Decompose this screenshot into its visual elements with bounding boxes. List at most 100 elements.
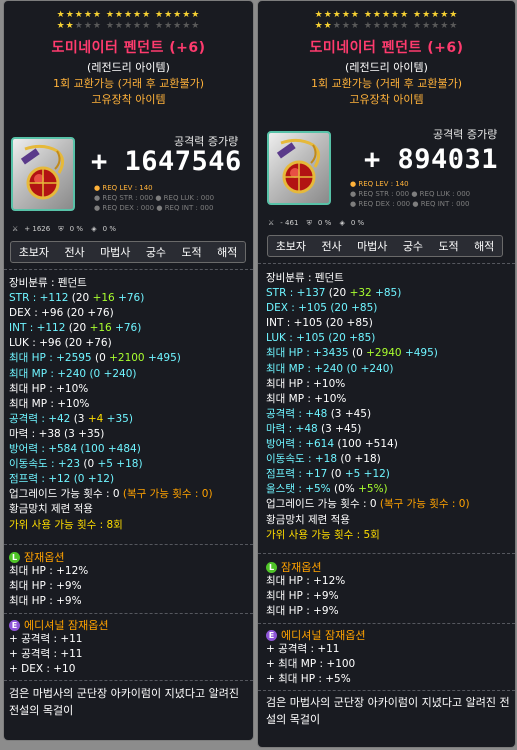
golden-hammer: 황금망치 제련 적용 — [9, 503, 93, 516]
stat-line: 최대 HP : +2595 (0 +2100 +495) — [9, 352, 181, 365]
trade-info: 1회 교환가능 (거래 후 교환불가) — [310, 77, 462, 90]
stat-line: 최대 HP : +10% — [266, 377, 346, 390]
stat-line: LUK : +96 (20 +76) — [9, 337, 112, 350]
star-force-row: ★★★★★ ★★★★★ ★★★★★ — [314, 21, 459, 31]
divider — [258, 553, 515, 554]
class-warrior: 전사 — [64, 246, 85, 259]
item-grade: (레전드리 아이템) — [87, 61, 170, 74]
class-restriction-bar: 초보자 전사 마법사 궁수 도적 해적 — [267, 235, 503, 257]
tooltip-panel-left: ★★★★★ ★★★★★ ★★★★★ ★★★★★ ★★★★★ ★★★★★ 도미네이… — [3, 0, 254, 741]
legendary-badge-icon: L — [266, 561, 277, 573]
star-force-row: ★★★★★ ★★★★★ ★★★★★ — [56, 21, 201, 31]
upgrade-count: 업그레이드 가능 횟수 : 0 (복구 가능 횟수 : 0) — [266, 498, 470, 511]
stat-line: INT : +105 (20 +85) — [266, 317, 373, 330]
legendary-badge-icon: L — [9, 551, 20, 563]
req-dex-int: ● REQ DEX : 000 ● REQ INT : 000 — [94, 204, 214, 212]
star-force-row: ★★★★★ ★★★★★ ★★★★★ — [56, 10, 201, 20]
shield-icon: ◈ — [339, 219, 345, 227]
divider — [4, 680, 253, 681]
class-magician: 마법사 — [100, 246, 131, 259]
divider — [4, 269, 253, 270]
trade-info: 1회 교환가능 (거래 후 교환불가) — [52, 77, 204, 90]
stat-line: LUK : +105 (20 +85) — [266, 332, 376, 345]
divider — [258, 263, 515, 264]
additional-line: + 공격력 : +11 — [9, 633, 83, 645]
stat-line: 장비분류 : 펜던트 — [9, 277, 87, 289]
class-warrior: 전사 — [321, 240, 342, 253]
stat-line: DEX : +96 (20 +76) — [9, 307, 114, 320]
stat-line: 마력 : +38 (3 +35) — [9, 427, 105, 440]
class-bowman: 궁수 — [402, 240, 424, 253]
stat-line: 이동속도 : +18 (0 +18) — [266, 453, 381, 466]
item-description: 검은 마법사의 군단장 아카이럼이 지녔다고 알려진 전설의 목걸이 — [9, 687, 240, 717]
req-dex-int: ● REQ DEX : 000 ● REQ INT : 000 — [350, 200, 470, 208]
req-str-luk: ● REQ STR : 000 ● REQ LUK : 000 — [350, 190, 471, 198]
stat-line: 최대 HP : +10% — [9, 382, 89, 395]
stat-line: 방어력 : +614 (100 +514) — [266, 438, 398, 451]
stat-line: 공격력 : +42 (3 +4 +35) — [9, 412, 133, 425]
additional-line: + DEX : +10 — [9, 663, 76, 676]
sword-icon: ⚔ — [268, 219, 275, 227]
req-level: ● REQ LEV : 140 — [350, 180, 409, 188]
req-level: ● REQ LEV : 140 — [94, 184, 153, 192]
stat-line: INT : +112 (20 +16 +76) — [9, 322, 142, 335]
item-grade: (레전드리 아이템) — [345, 61, 428, 74]
compare-mini-stats: ⚔ + 1626 ⛨ 0 % ◈ 0 % — [12, 225, 116, 233]
epic-badge-icon: E — [266, 629, 277, 641]
additional-potential-lines: + 공격력 : +11 + 공격력 : +11 + DEX : +10 — [9, 632, 83, 678]
req-block: ● REQ LEV : 140 ● REQ STR : 000 ● REQ LU… — [350, 179, 470, 209]
stat-line: STR : +112 (20 +16 +76) — [9, 292, 145, 305]
stat-line: 최대 MP : +240 (0 +240) — [266, 362, 394, 375]
potential-line: 최대 HP : +12% — [9, 565, 89, 577]
defense-icon: ⛨ — [58, 225, 64, 233]
potential-line: 최대 HP : +9% — [9, 595, 82, 608]
potential-line: 최대 HP : +9% — [266, 590, 339, 603]
divider — [258, 690, 515, 691]
stat-line: 올스탯 : +5% (0% +5%) — [266, 483, 388, 496]
class-beginner: 초보자 — [18, 246, 50, 259]
attack-increase-label: 공격력 증가량 — [433, 128, 498, 141]
potential-header: L 잠재옵션 — [266, 559, 321, 575]
class-bowman: 궁수 — [145, 246, 167, 259]
scissors-count: 가위 사용 가능 횟수 : 8회 — [9, 518, 123, 531]
stat-list: 장비분류 : 펜던트 STR : +112 (20 +16 +76) DEX :… — [9, 276, 213, 533]
compare-mini-stats: ⚔ - 461 ⛨ 0 % ◈ 0 % — [268, 219, 365, 227]
stat-line: STR : +137 (20 +32 +85) — [266, 287, 402, 300]
class-pirate: 해적 — [217, 246, 238, 259]
unique-equip: 고유장착 아이템 — [349, 93, 424, 106]
pendant-icon — [276, 138, 320, 194]
req-str-luk: ● REQ STR : 000 ● REQ LUK : 000 — [94, 194, 215, 202]
upgrade-count: 업그레이드 가능 횟수 : 0 (복구 가능 횟수 : 0) — [9, 488, 213, 501]
potential-line: 최대 HP : +9% — [9, 580, 82, 593]
golden-hammer: 황금망치 제련 적용 — [266, 513, 350, 526]
class-restriction-bar: 초보자 전사 마법사 궁수 도적 해적 — [10, 241, 246, 263]
shield-icon: ◈ — [91, 225, 97, 233]
class-thief: 도적 — [181, 246, 202, 259]
stat-line: 장비분류 : 펜던트 — [266, 272, 344, 284]
divider — [4, 613, 253, 614]
stat-line: 최대 MP : +10% — [9, 397, 90, 410]
divider — [4, 544, 253, 545]
divider — [258, 623, 515, 624]
item-description: 검은 마법사의 군단장 아카이럼이 지녔다고 알려진 전설의 목걸이 — [266, 696, 510, 726]
stat-line: 최대 HP : +3435 (0 +2940 +495) — [266, 347, 438, 360]
additional-potential-header: E 에디셔널 잠재옵션 — [266, 627, 365, 643]
potential-line: 최대 HP : +12% — [266, 575, 346, 587]
additional-potential-lines: + 공격력 : +11 + 최대 MP : +100 + 최대 HP : +5% — [266, 642, 355, 688]
class-thief: 도적 — [438, 240, 459, 253]
item-title: 도미네이터 펜던트 (+6) — [309, 40, 464, 56]
stat-line: DEX : +105 (20 +85) — [266, 302, 378, 315]
item-title: 도미네이터 펜던트 (+6) — [51, 40, 206, 56]
stat-line: 최대 MP : +10% — [266, 392, 347, 405]
additional-line: + 최대 MP : +100 — [266, 658, 356, 671]
stat-line: 이동속도 : +23 (0 +5 +18) — [9, 458, 143, 471]
additional-line: + 최대 HP : +5% — [266, 673, 351, 686]
star-force-row: ★★★★★ ★★★★★ ★★★★★ — [314, 10, 459, 20]
stat-line: 마력 : +48 (3 +45) — [266, 422, 362, 435]
req-block: ● REQ LEV : 140 ● REQ STR : 000 ● REQ LU… — [94, 183, 214, 213]
additional-potential-header: E 에디셔널 잠재옵션 — [9, 617, 108, 633]
stat-line: 점프력 : +17 (0 +5 +12) — [266, 468, 390, 481]
attack-increase-value: + 894031 — [364, 144, 499, 175]
class-magician: 마법사 — [357, 240, 388, 253]
potential-header: L 잠재옵션 — [9, 549, 64, 565]
